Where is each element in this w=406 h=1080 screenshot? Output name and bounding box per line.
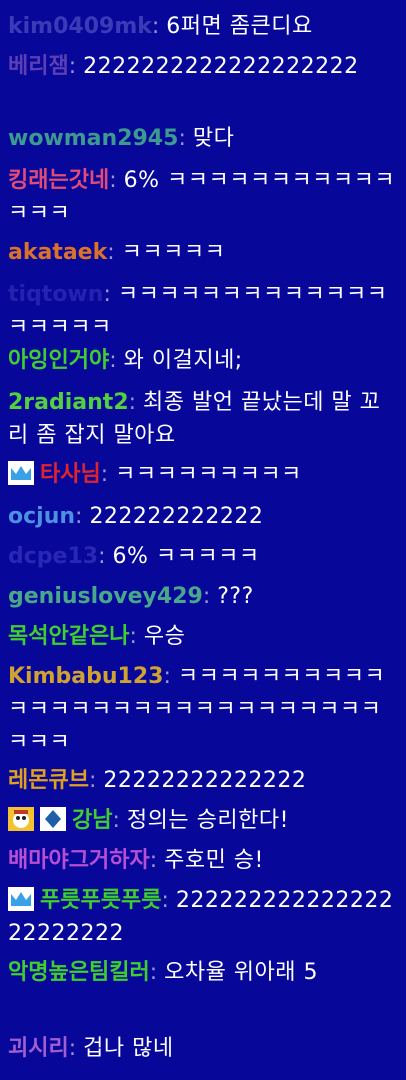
chat-separator: : [202, 584, 218, 609]
chat-username[interactable]: 레몬큐브 [8, 768, 89, 793]
chat-username[interactable]: 악명높은팀킬러 [8, 960, 150, 985]
crown-badge-icon [8, 887, 34, 911]
chat-username[interactable]: akataek [8, 240, 107, 265]
chat-message: 악명높은팀킬러: 오차율 위아래 5 [8, 956, 400, 989]
chat-separator: : [103, 282, 118, 307]
chat-text: 와 이걸지네; [123, 348, 243, 373]
chat-separator: : [75, 504, 90, 529]
chat-message: wowman2945: 맞다 [8, 122, 400, 155]
chat-message: 레몬큐브: 22222222222222 [8, 764, 400, 797]
chat-separator: : [109, 168, 124, 193]
chat-username[interactable]: 목석안같은나 [8, 624, 129, 649]
chat-separator: : [68, 1036, 84, 1061]
chat-message: tiqtown: ㅋㅋㅋㅋㅋㅋㅋㅋㅋㅋㅋㅋㅋㅋㅋㅋㅋㅋ [8, 278, 400, 344]
chat-text: 정의는 승리한다! [126, 808, 289, 833]
chat-message: geniuslovey429: ??? [8, 580, 400, 613]
chat-username[interactable]: 푸릇푸릇푸릇 [40, 888, 161, 913]
chat-separator: : [163, 664, 178, 689]
chat-separator: : [128, 390, 144, 415]
chat-message: 베리잼: 2222222222222222222 [8, 50, 400, 83]
chat-username[interactable]: tiqtown [8, 282, 103, 307]
chat-text: 6퍼면 좀큰디요 [166, 14, 313, 39]
chat-separator: : [109, 348, 124, 373]
chat-text: 2222222222222222222 [83, 54, 359, 79]
chat-separator: : [151, 14, 167, 39]
chat-username[interactable]: 배마야그거하자 [8, 848, 150, 873]
chat-message: 강남: 정의는 승리한다! [8, 804, 400, 837]
chat-username[interactable]: 아잉인거야 [8, 348, 109, 373]
chat-separator: : [100, 462, 116, 487]
chat-text: 22222222222222 [103, 768, 307, 793]
chat-text: 주호민 승! [164, 848, 264, 873]
chat-message: 푸릇푸릇푸릇: 22222222222222222222222 [8, 884, 400, 950]
chat-message: 아잉인거야: 와 이걸지네; [8, 344, 400, 377]
chat-text: ㅋㅋㅋㅋㅋ [121, 240, 226, 265]
chat-text: 우승 [143, 624, 186, 649]
chat-username[interactable]: 베리잼 [8, 54, 69, 79]
chat-message: dcpe13: 6% ㅋㅋㅋㅋㅋ [8, 540, 400, 573]
chat-message: 2radiant2: 최종 발언 끝났는데 말 꼬리 좀 잡지 말아요 [8, 386, 400, 452]
chat-text: 겁나 많네 [83, 1036, 174, 1061]
chat-username[interactable]: dcpe13 [8, 544, 98, 569]
chat-separator: : [149, 848, 165, 873]
chat-separator: : [149, 960, 165, 985]
chat-message: kim0409mk: 6퍼면 좀큰디요 [8, 10, 400, 43]
chat-text: ㅋㅋㅋㅋㅋㅋㅋㅋㅋ [115, 462, 302, 487]
chat-separator: : [98, 544, 113, 569]
chat-text: 맞다 [192, 126, 235, 151]
diamond-badge-icon [40, 807, 66, 831]
chat-message: 킹래는갓네: 6% ㅋㅋㅋㅋㅋㅋㅋㅋㅋㅋㅋㅋㅋㅋ [8, 164, 400, 230]
chat-message: ocjun: 222222222222 [8, 500, 400, 533]
chat-text: 6% ㅋㅋㅋㅋㅋ [112, 544, 260, 569]
fan-badge-icon [8, 807, 34, 831]
chat-username[interactable]: kim0409mk [8, 14, 152, 39]
chat-username[interactable]: Kimbabu123 [8, 664, 163, 689]
chat-username[interactable]: wowman2945 [8, 126, 178, 151]
chat-message: 타사님: ㅋㅋㅋㅋㅋㅋㅋㅋㅋ [8, 458, 400, 491]
chat-username[interactable]: 킹래는갓네 [8, 168, 109, 193]
chat-separator: : [161, 888, 176, 913]
chat-text: 오차율 위아래 5 [164, 960, 319, 985]
chat-separator: : [88, 768, 104, 793]
chat-message: 목석안같은나: 우승 [8, 620, 400, 653]
chat-separator: : [112, 808, 127, 833]
chat-text: 222222222222 [89, 504, 264, 529]
chat-username[interactable]: 강남 [72, 808, 112, 833]
chat-message: 괴시리: 겁나 많네 [8, 1032, 400, 1065]
chat-separator: : [68, 54, 84, 79]
chat-separator: : [178, 126, 193, 151]
chat-message: 배마야그거하자: 주호민 승! [8, 844, 400, 877]
chat-username[interactable]: 괴시리 [8, 1036, 69, 1061]
chat-text: ??? [217, 584, 254, 609]
chat-username[interactable]: 2radiant2 [8, 390, 129, 415]
chat-username[interactable]: geniuslovey429 [8, 584, 203, 609]
chat-separator: : [129, 624, 144, 649]
chat-message: akataek: ㅋㅋㅋㅋㅋ [8, 236, 400, 269]
chat-message: Kimbabu123: ㅋㅋㅋㅋㅋㅋㅋㅋㅋㅋㅋㅋㅋㅋㅋㅋㅋㅋㅋㅋㅋㅋㅋㅋㅋㅋㅋㅋ… [8, 660, 400, 759]
chat-separator: : [107, 240, 122, 265]
chat-log: kim0409mk: 6퍼면 좀큰디요 베리잼: 222222222222222… [0, 0, 406, 1080]
chat-username[interactable]: 타사님 [40, 462, 101, 487]
chat-username[interactable]: ocjun [8, 504, 75, 529]
crown-badge-icon [8, 461, 34, 485]
